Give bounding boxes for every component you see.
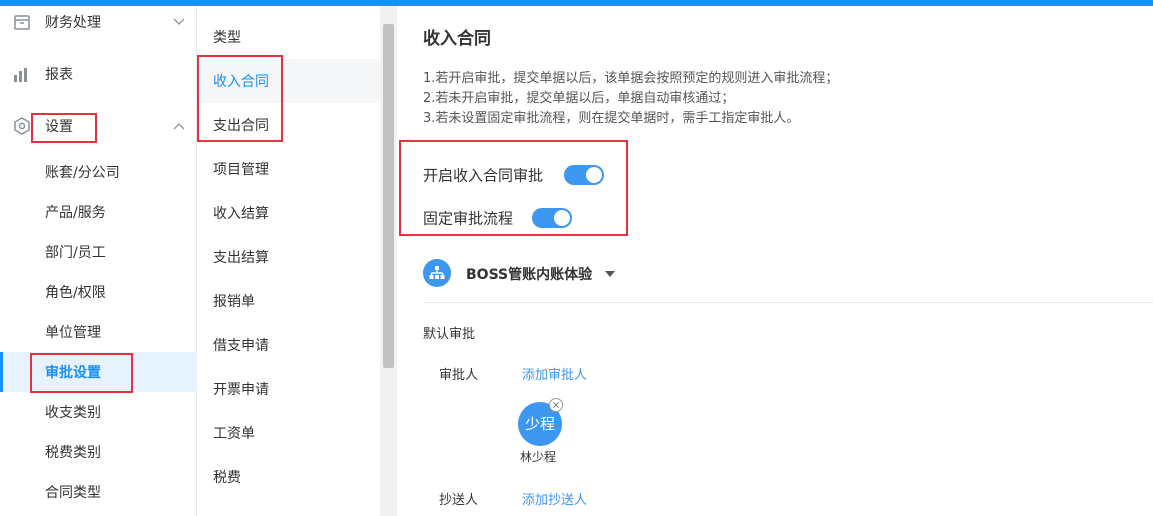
sidebar-item-label: 审批设置 [45,365,101,381]
sidebar-item-label: 单位管理 [45,325,101,341]
default-approval-title: 默认审批 [423,327,476,342]
cc-label: 抄送人 [439,493,479,508]
note-line: 2.若未开启审批，提交单据以后，单据自动审核通过； [423,91,735,106]
approval-notes: 1.若开启审批，提交单据以后，该单据会按照预定的规则进入审批流程； 2.若未开启… [423,69,838,129]
sidebar-item-units[interactable]: 单位管理 [0,312,197,352]
type-item-label: 报销单 [213,294,255,310]
note-line: 1.若开启审批，提交单据以后，该单据会按照预定的规则进入审批流程； [423,71,839,86]
type-item-label: 开票申请 [213,382,269,398]
report-icon [14,68,27,82]
type-item-label: 支出合同 [213,118,269,134]
type-list-header: 类型 [197,15,380,59]
sidebar-item-approval-settings[interactable]: 审批设置 [0,352,197,392]
approver-name: 林少程 [520,450,557,464]
approver-label: 审批人 [439,368,479,383]
type-item-label: 项目管理 [213,162,269,178]
chevron-up-icon [173,123,185,130]
sidebar-item-roles[interactable]: 角色/权限 [0,272,197,312]
fixed-flow-switch[interactable] [532,208,572,228]
type-item-reimbursement[interactable]: 报销单 [197,279,380,323]
type-item-tax[interactable]: 税费 [197,455,380,499]
main-content: 收入合同 1.若开启审批，提交单据以后，该单据会按照预定的规则进入审批流程； 2… [398,6,1153,516]
type-item-label: 收入合同 [213,74,269,90]
settings-icon [14,117,30,135]
sidebar-group-label: 财务处理 [45,15,101,31]
sidebar-item-products[interactable]: 产品/服务 [0,192,197,232]
org-selector[interactable]: BOSS管账内账体验 [423,259,1123,289]
type-item-label: 收入结算 [213,206,269,222]
type-item-advance-request[interactable]: 借支申请 [197,323,380,367]
type-item-label: 借支申请 [213,338,269,354]
sidebar-item-accounts[interactable]: 账套/分公司 [0,152,197,192]
type-item-project-management[interactable]: 项目管理 [197,147,380,191]
type-item-invoice-request[interactable]: 开票申请 [197,367,380,411]
toggle-row-enable-approval[interactable]: 开启收入合同审批 [423,160,613,190]
type-item-expense-contract[interactable]: 支出合同 [197,103,380,147]
sidebar-item-label: 部门/员工 [45,245,106,261]
sidebar-item-label: 产品/服务 [45,205,106,221]
type-item-expense-settlement[interactable]: 支出结算 [197,235,380,279]
sidebar-group-report[interactable]: 报表 [0,54,197,94]
note-line: 3.若未设置固定审批流程，则在提交单据时，需手工指定审批人。 [423,111,800,126]
switch-knob [586,167,602,183]
sidebar-item-tax-categories[interactable]: 税费类别 [0,432,197,472]
close-icon[interactable] [549,398,563,412]
divider [423,302,1153,303]
toggle-label: 固定审批流程 [423,209,514,228]
scrollbar-thumb[interactable] [383,24,394,368]
sidebar-item-label: 税费类别 [45,445,101,461]
type-list: 类型 收入合同 支出合同 项目管理 收入结算 支出结算 报销单 借支申请 开票申… [197,6,397,516]
add-approver-link[interactable]: 添加审批人 [522,364,587,383]
toggle-row-fixed-flow[interactable]: 固定审批流程 [423,203,583,233]
sidebar-item-label: 账套/分公司 [45,165,120,181]
sidebar-item-label: 角色/权限 [45,285,106,301]
toggle-label: 开启收入合同审批 [423,166,544,185]
type-item-income-settlement[interactable]: 收入结算 [197,191,380,235]
sidebar: 财务处理 报表 设置 账套/分公司 产品/服务 部门/员工 角色/权限 单位管理… [0,6,197,516]
type-item-label: 支出结算 [213,250,269,266]
page-title: 收入合同 [423,29,491,49]
type-item-label: 税费 [213,470,241,486]
add-cc-link[interactable]: 添加抄送人 [522,489,587,508]
enable-approval-switch[interactable] [564,165,604,185]
finance-icon [14,15,30,30]
org-name: BOSS管账内账体验 [466,267,593,283]
sidebar-item-label: 合同类型 [45,485,101,501]
type-item-income-contract[interactable]: 收入合同 [197,59,380,103]
sidebar-item-income-expense-categories[interactable]: 收支类别 [0,392,197,432]
switch-knob [554,210,570,226]
sidebar-item-contract-types[interactable]: 合同类型 [0,472,197,512]
sidebar-group-label: 报表 [45,67,73,83]
sidebar-group-label: 设置 [45,119,73,135]
type-item-label: 工资单 [213,426,255,442]
sidebar-group-finance[interactable]: 财务处理 [0,2,197,42]
type-item-payroll[interactable]: 工资单 [197,411,380,455]
caret-down-icon [605,271,615,277]
sidebar-group-settings[interactable]: 设置 [0,106,197,146]
sidebar-item-label: 收支类别 [45,405,101,421]
sidebar-item-departments[interactable]: 部门/员工 [0,232,197,272]
chevron-down-icon [173,18,185,25]
type-list-header-label: 类型 [213,30,241,46]
org-tree-icon [423,259,451,287]
